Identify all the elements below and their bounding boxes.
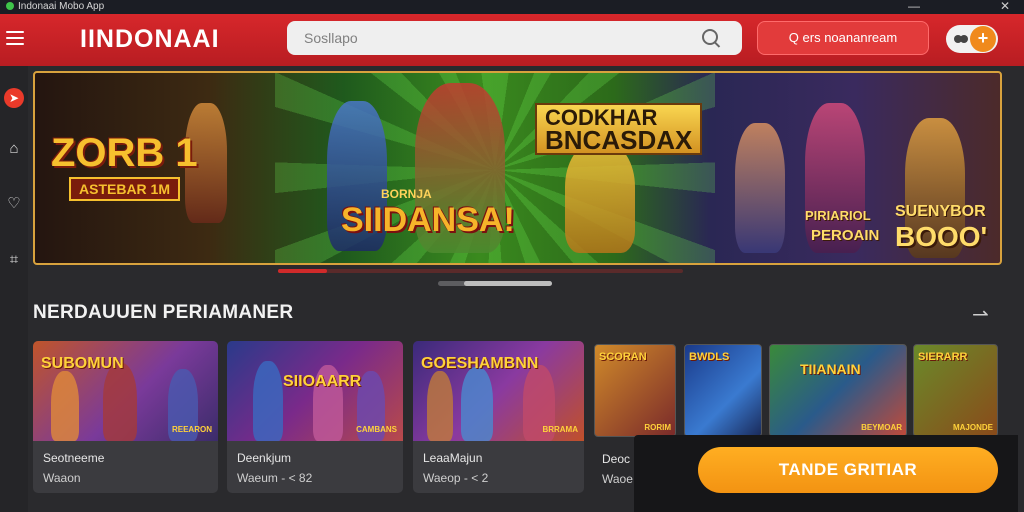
banner-progress-fill	[278, 269, 327, 273]
search-icon[interactable]	[702, 29, 718, 45]
banner-promo-line4: BOOO'	[895, 221, 988, 252]
game-card-name: Seotneeme	[43, 451, 105, 465]
banner-left-title: ZORB 1	[51, 131, 198, 175]
brand-logo[interactable]: IINDONAAI	[80, 25, 220, 54]
card-character	[461, 367, 493, 441]
game-card-meta: Waeop - < 2	[423, 471, 489, 485]
header-action-button[interactable]: Q ers noananream	[757, 21, 929, 55]
left-sidebar: ➤ ⌂ ♡ ⌗	[0, 66, 28, 512]
game-card-meta: Waeum - < 82	[237, 471, 313, 485]
game-card-meta: Waoe	[602, 472, 633, 486]
window-title-text: Indonaai Mobo App	[18, 1, 105, 12]
game-card-title: GOESHAMBNN	[421, 355, 539, 372]
game-card[interactable]: GOESHAMBNN BRRAMA LeaaMajun Waeop - < 2	[413, 341, 584, 493]
banner-mid-title: SIIDANSA!	[341, 201, 515, 239]
game-card-title: SUBOMUN	[41, 355, 124, 372]
close-icon[interactable]: ✕	[1000, 0, 1010, 13]
game-card-title: SIERARR	[918, 351, 968, 363]
search-input[interactable]: Sosllapo	[287, 21, 742, 55]
card-character	[427, 371, 453, 441]
game-card-title: BWDLS	[689, 351, 730, 363]
home-icon[interactable]: ⌂	[4, 139, 24, 159]
game-card-mini[interactable]: TIIANAIN BEYMOAR	[769, 344, 907, 437]
game-card-subtitle: MAJONDE	[952, 423, 993, 432]
game-card-subtitle: CAMBANS	[356, 425, 397, 434]
minimize-icon[interactable]: —	[908, 0, 920, 13]
hamburger-menu-icon[interactable]	[6, 31, 24, 45]
banner-character	[565, 143, 635, 253]
game-card-title: TIIANAIN	[800, 361, 861, 377]
banner-character	[735, 123, 785, 253]
game-card[interactable]: SUBOMUN REEARON Seotneeme Waaon	[33, 341, 218, 493]
game-card-mini[interactable]: BWDLS	[684, 344, 762, 437]
banner-mid-kicker: BORNJA	[381, 187, 432, 201]
plus-icon[interactable]: +	[970, 26, 996, 52]
section-title: NERDAUUEN PERIAMANER	[33, 302, 294, 323]
chart-icon[interactable]: ⌗	[4, 250, 24, 270]
game-card-mini[interactable]: SIERARR MAJONDE	[913, 344, 998, 437]
banner-promo-line2: PEROAIN	[811, 227, 880, 244]
game-card-subtitle: RORIM	[644, 423, 671, 432]
window-title-bar: Indonaai Mobo App — ✕	[0, 0, 1024, 14]
game-card-name: LeaaMajun	[423, 451, 483, 465]
game-card-mini[interactable]: SCORAN RORIM	[594, 344, 676, 437]
section-next-arrow-icon[interactable]: ⇀	[972, 302, 989, 327]
game-card[interactable]: SIIOAARR CAMBANS Deenkjum Waeum - < 82	[227, 341, 403, 493]
game-card-subtitle: BRRAMA	[542, 425, 578, 434]
game-card-subtitle: BEYMOAR	[861, 423, 902, 432]
game-card-title: SIIOAARR	[283, 373, 362, 390]
compass-icon[interactable]: ➤	[4, 88, 24, 108]
game-card-name: Deoc	[602, 452, 631, 466]
game-card-name: Deenkjum	[237, 451, 292, 465]
card-character	[253, 361, 283, 441]
card-character	[51, 371, 79, 441]
banner-promo-line1: PIRIARIOL	[805, 208, 871, 223]
hero-banner[interactable]: ZORB 1 ASTEBAR 1M BORNJA SIIDANSA! CODKH…	[33, 71, 1002, 265]
game-card-meta: Waaon	[43, 471, 81, 485]
search-placeholder: Sosllapo	[304, 30, 358, 46]
app-header: IINDONAAI Sosllapo Q ers noananream +	[0, 14, 1024, 66]
carousel-indicator[interactable]	[438, 281, 552, 286]
heart-icon[interactable]: ♡	[4, 194, 24, 214]
banner-right-badge: CODKHAR BNCASDAX	[535, 103, 703, 155]
game-card-subtitle: REEARON	[171, 425, 212, 434]
chat-dots-icon	[954, 35, 962, 43]
banner-left-subtitle: ASTEBAR 1M	[69, 177, 181, 201]
cta-button[interactable]: TANDE GRITIAR	[698, 447, 998, 493]
carousel-indicator-active	[464, 281, 552, 286]
card-character	[103, 363, 137, 441]
banner-promo-line3: SUENYBOR	[895, 203, 986, 220]
banner-right-badge-line2: BNCASDAX	[545, 125, 693, 155]
app-logo-icon	[6, 2, 14, 10]
window-title: Indonaai Mobo App	[6, 0, 104, 13]
banner-progress-bar	[278, 269, 683, 273]
profile-toggle[interactable]: +	[946, 25, 998, 53]
game-card-title: SCORAN	[599, 351, 647, 363]
